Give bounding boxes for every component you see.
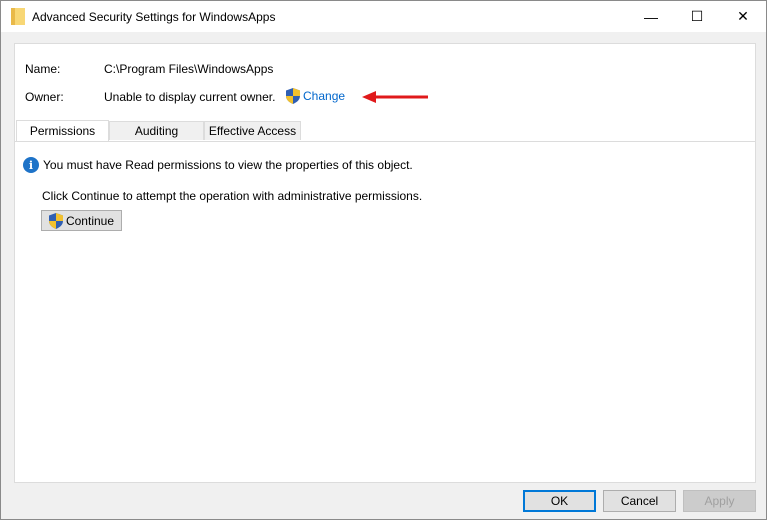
owner-label: Owner: — [25, 90, 64, 104]
tab-permissions[interactable]: Permissions — [16, 120, 109, 141]
minimize-icon: — — [644, 8, 658, 25]
maximize-icon: ☐ — [690, 8, 704, 24]
close-button[interactable]: ✕ — [720, 1, 766, 32]
change-link-label[interactable]: Change — [303, 89, 345, 103]
name-value: C:\Program Files\WindowsApps — [104, 62, 274, 76]
name-label: Name: — [25, 62, 61, 76]
tab-auditing[interactable]: Auditing — [109, 121, 204, 140]
continue-button-label: Continue — [65, 213, 115, 228]
tab-strip: Permissions Auditing Effective Access — [15, 120, 755, 142]
folder-icon — [11, 8, 25, 25]
dialog-window: Advanced Security Settings for WindowsAp… — [0, 0, 767, 520]
tab-effective-access[interactable]: Effective Access — [204, 121, 301, 140]
cancel-button[interactable]: Cancel — [603, 490, 676, 512]
annotation-arrow-icon — [362, 91, 428, 103]
maximize-button[interactable]: ☐ — [674, 1, 720, 32]
apply-button[interactable]: Apply — [683, 490, 756, 512]
minimize-button[interactable]: — — [628, 1, 674, 32]
change-owner-link[interactable]: Change — [286, 87, 345, 105]
settings-panel: Name: C:\Program Files\WindowsApps Owner… — [14, 43, 756, 483]
uac-shield-icon — [286, 88, 300, 104]
owner-value: Unable to display current owner. — [104, 90, 276, 104]
continue-prompt: Click Continue to attempt the operation … — [42, 189, 423, 203]
uac-shield-icon — [48, 212, 63, 229]
info-icon: i — [23, 157, 39, 173]
close-icon: ✕ — [737, 8, 749, 24]
ok-button[interactable]: OK — [523, 490, 596, 512]
info-message-row: i You must have Read permissions to view… — [23, 157, 413, 173]
continue-button[interactable]: Continue — [41, 210, 122, 231]
info-message: You must have Read permissions to view t… — [43, 158, 413, 172]
window-title: Advanced Security Settings for WindowsAp… — [32, 10, 276, 24]
title-bar[interactable]: Advanced Security Settings for WindowsAp… — [1, 1, 766, 32]
